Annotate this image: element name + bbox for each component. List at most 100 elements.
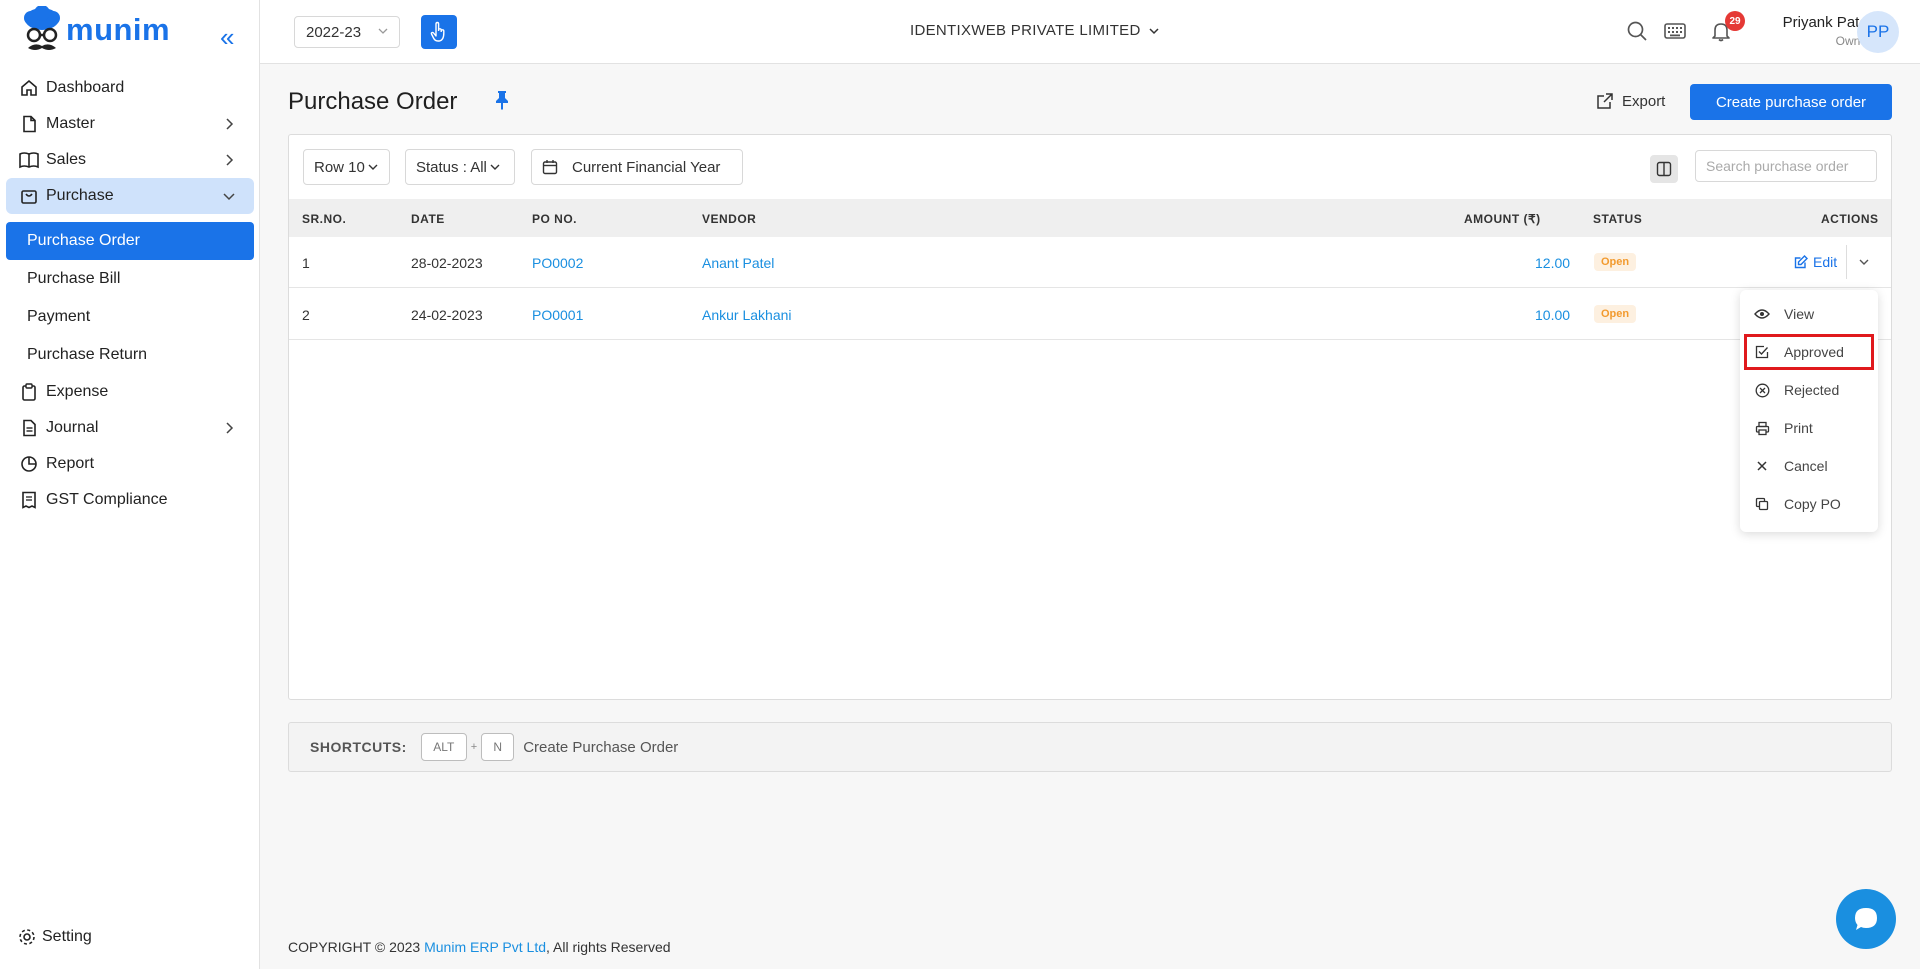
pin-icon[interactable] <box>494 90 510 110</box>
table-row[interactable]: 1 28-02-2023 PO0002 Anant Patel 12.00 Op… <box>289 237 1891 288</box>
company-selector[interactable]: IDENTIXWEB PRIVATE LIMITED <box>910 22 1161 39</box>
cell-po-link[interactable]: PO0001 <box>532 307 583 323</box>
cell-date: 28-02-2023 <box>411 255 483 271</box>
status-filter-select[interactable]: Status : All <box>405 149 515 185</box>
sidebar-item-gst-compliance[interactable]: GST Compliance <box>6 482 254 518</box>
menu-item-label: Print <box>1784 420 1813 436</box>
check-square-icon <box>1754 344 1770 360</box>
column-header-date[interactable]: DATE <box>411 212 445 226</box>
logo-mascot-icon <box>24 6 60 50</box>
sidebar-item-label: GST Compliance <box>46 491 168 508</box>
divider <box>1846 245 1847 279</box>
column-header-vendor[interactable]: VENDOR <box>702 212 756 226</box>
receipt-icon <box>18 489 40 511</box>
cell-date: 24-02-2023 <box>411 307 483 323</box>
sidebar-subitem-purchase-bill[interactable]: Purchase Bill <box>6 260 254 298</box>
brand-logo[interactable]: munim <box>22 6 170 54</box>
sidebar-item-label: Expense <box>46 383 109 400</box>
sidebar-item-sales[interactable]: Sales <box>6 142 254 178</box>
menu-item-view[interactable]: View <box>1746 298 1872 330</box>
menu-item-print[interactable]: Print <box>1746 412 1872 444</box>
sidebar-subitem-purchase-order[interactable]: Purchase Order <box>6 222 254 260</box>
copyright-suffix: , All rights Reserved <box>546 939 671 955</box>
sidebar-item-purchase[interactable]: Purchase <box>6 178 254 214</box>
menu-item-rejected[interactable]: Rejected <box>1746 374 1872 406</box>
company-link[interactable]: Munim ERP Pvt Ltd <box>424 939 546 955</box>
table-header: SR.NO. DATE PO NO. VENDOR AMOUNT (₹) STA… <box>289 199 1891 237</box>
sidebar: munim « Dashboard Master Sales Purchase … <box>0 0 260 969</box>
pie-chart-icon <box>18 453 40 475</box>
touch-mode-button[interactable] <box>421 15 457 49</box>
sidebar-item-label: Purchase <box>46 187 114 204</box>
sidebar-item-label: Report <box>46 455 95 472</box>
sidebar-item-expense[interactable]: Expense <box>6 374 254 410</box>
cell-po-link[interactable]: PO0002 <box>532 255 583 271</box>
sidebar-item-report[interactable]: Report <box>6 446 254 482</box>
menu-item-label: Cancel <box>1784 458 1828 474</box>
column-header-sr[interactable]: SR.NO. <box>302 212 346 226</box>
search-icon[interactable] <box>1626 20 1648 42</box>
key-plus: + <box>470 741 478 753</box>
sidebar-subitem-payment[interactable]: Payment <box>6 298 254 336</box>
page-title: Purchase Order <box>288 88 458 115</box>
menu-item-label: Rejected <box>1784 382 1840 398</box>
sidebar-item-master[interactable]: Master <box>6 106 254 142</box>
column-header-amount[interactable]: AMOUNT (₹) <box>1464 212 1541 226</box>
chevron-down-icon[interactable] <box>1857 255 1871 269</box>
menu-item-label: View <box>1784 306 1815 322</box>
sidebar-item-setting[interactable]: Setting <box>18 928 92 946</box>
user-role: Owner <box>1835 34 1871 48</box>
rows-per-page-select[interactable]: Row 10 <box>303 149 390 185</box>
edit-button[interactable]: Edit <box>1794 254 1837 270</box>
columns-icon <box>1656 161 1672 177</box>
sidebar-item-label: Setting <box>42 928 92 945</box>
chevron-down-icon <box>368 164 378 170</box>
keyboard-icon[interactable] <box>1664 22 1686 40</box>
hand-pointer-icon <box>430 21 445 42</box>
date-range-filter[interactable]: Current Financial Year <box>531 149 743 185</box>
key-n: N <box>481 733 515 761</box>
column-toggle-button[interactable] <box>1650 155 1678 183</box>
status-filter-value: Status : All <box>416 158 487 176</box>
top-bar: 2022-23 IDENTIXWEB PRIVATE LIMITED 29 Pr… <box>260 0 1920 64</box>
export-label: Export <box>1622 92 1666 110</box>
shopping-bag-icon <box>18 185 40 207</box>
export-button[interactable]: Export <box>1596 92 1665 110</box>
column-header-po[interactable]: PO NO. <box>532 212 577 226</box>
sidebar-subitem-label: Purchase Bill <box>27 270 121 287</box>
chevron-down-icon <box>1149 27 1159 34</box>
column-header-status[interactable]: STATUS <box>1593 212 1642 226</box>
chevron-down-icon <box>490 164 500 170</box>
row-actions-menu: View Approved Rejected Print Cancel Copy… <box>1740 290 1878 532</box>
rows-per-page-value: Row 10 <box>314 158 365 176</box>
menu-item-copy-po[interactable]: Copy PO <box>1746 488 1872 520</box>
avatar[interactable]: PP <box>1857 11 1899 53</box>
collapse-sidebar-icon[interactable]: « <box>220 22 234 53</box>
company-name: IDENTIXWEB PRIVATE LIMITED <box>910 22 1141 39</box>
key-alt: ALT <box>420 733 467 761</box>
sidebar-item-journal[interactable]: Journal <box>6 410 254 446</box>
brand-name: munim <box>66 12 171 47</box>
file-icon <box>18 113 40 135</box>
sidebar-subitem-label: Purchase Order <box>27 232 140 249</box>
sidebar-item-dashboard[interactable]: Dashboard <box>6 70 254 106</box>
sidebar-item-label: Sales <box>46 151 87 168</box>
menu-item-approved[interactable]: Approved <box>1744 334 1874 370</box>
copy-icon <box>1754 496 1770 512</box>
purchase-order-table-card: Row 10 Status : All Current Financial Ye… <box>288 134 1892 700</box>
create-purchase-order-button[interactable]: Create purchase order <box>1690 84 1892 120</box>
menu-item-cancel[interactable]: Cancel <box>1746 450 1872 482</box>
financial-year-select[interactable]: 2022-23 <box>294 16 400 48</box>
cell-vendor-link[interactable]: Anant Patel <box>702 255 774 271</box>
sidebar-nav: Dashboard Master Sales Purchase Purchase… <box>6 70 254 518</box>
status-badge: Open <box>1594 253 1637 271</box>
edit-label: Edit <box>1813 254 1838 270</box>
copyright-text: COPYRIGHT © 2023 <box>288 939 421 955</box>
sidebar-subitem-purchase-return[interactable]: Purchase Return <box>6 336 254 374</box>
user-name[interactable]: Priyank Patel <box>1751 14 1871 31</box>
sidebar-item-label: Dashboard <box>46 79 125 96</box>
chat-widget-button[interactable] <box>1836 889 1896 949</box>
table-row[interactable]: 2 24-02-2023 PO0001 Ankur Lakhani 10.00 … <box>289 289 1891 340</box>
cell-vendor-link[interactable]: Ankur Lakhani <box>702 307 792 323</box>
search-input[interactable] <box>1695 150 1877 182</box>
